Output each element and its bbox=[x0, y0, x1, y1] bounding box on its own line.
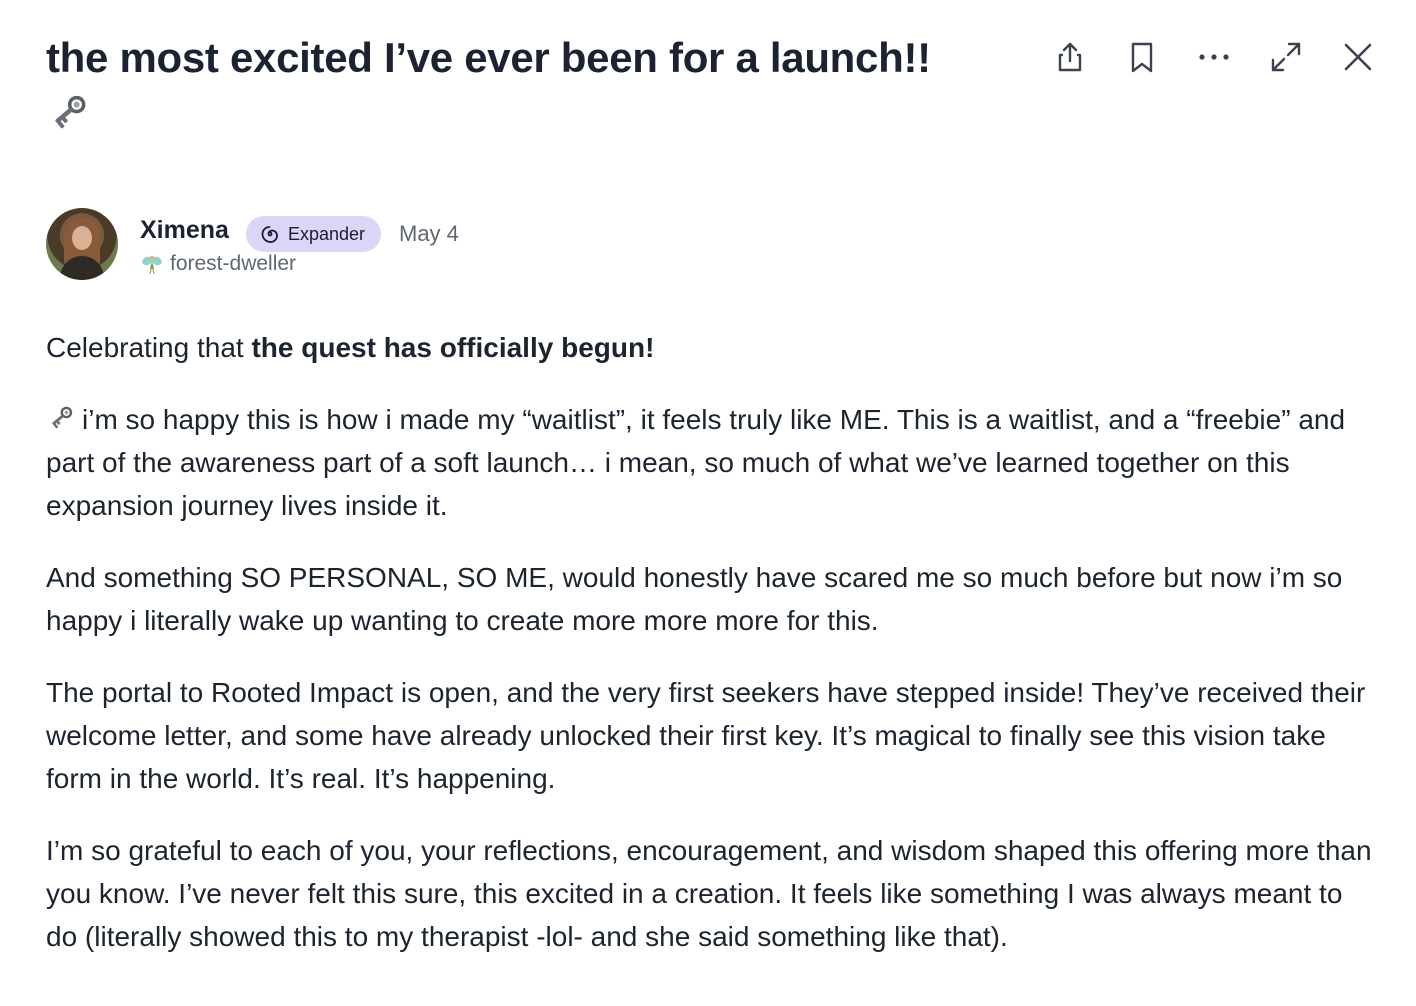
avatar[interactable] bbox=[46, 208, 118, 280]
more-icon bbox=[1199, 54, 1229, 60]
author-name[interactable]: Ximena bbox=[140, 216, 229, 245]
post-paragraph: Celebrating that the quest has officiall… bbox=[46, 326, 1376, 369]
author-tagline: forest-dweller bbox=[140, 252, 296, 276]
close-button[interactable] bbox=[1322, 36, 1394, 78]
expand-button[interactable] bbox=[1250, 36, 1322, 78]
post-paragraph: I’m so grateful to each of you, your ref… bbox=[46, 835, 1372, 952]
share-icon bbox=[1058, 42, 1082, 72]
fairy-icon bbox=[142, 255, 162, 275]
post-paragraph: The portal to Rooted Impact is open, and… bbox=[46, 677, 1366, 794]
post-body: Celebrating that the quest has officiall… bbox=[46, 326, 1376, 958]
share-button[interactable] bbox=[1034, 36, 1106, 78]
post-date: May 4 bbox=[399, 221, 459, 246]
post-header: the most excited I’ve ever been for a la… bbox=[46, 0, 1376, 150]
old-key-icon bbox=[55, 95, 86, 129]
level-badge-label: Expander bbox=[288, 223, 366, 244]
post-paragraph-bold: the quest has officially begun! bbox=[251, 332, 655, 363]
post-paragraph-text: Celebrating that bbox=[46, 332, 252, 363]
bookmark-icon bbox=[1131, 42, 1153, 73]
close-icon bbox=[1344, 43, 1372, 71]
more-options-button[interactable] bbox=[1178, 36, 1250, 78]
post-detail: the most excited I’ve ever been for a la… bbox=[46, 0, 1376, 987]
author-info: Ximena Expander May 4 forest-dweller bbox=[46, 208, 1376, 288]
post-title: the most excited I’ve ever been for a la… bbox=[46, 30, 996, 134]
level-badge: Expander bbox=[246, 216, 382, 252]
post-paragraph-text: i’m so happy this is how i made my “wait… bbox=[46, 404, 1346, 521]
old-key-icon bbox=[52, 406, 73, 429]
post-paragraph: And something SO PERSONAL, SO ME, would … bbox=[46, 562, 1343, 636]
author-tagline-text: forest-dweller bbox=[170, 252, 297, 275]
post-actions bbox=[1034, 36, 1394, 78]
post-title-text: the most excited I’ve ever been for a la… bbox=[46, 34, 931, 81]
expand-icon bbox=[1271, 42, 1301, 72]
bookmark-button[interactable] bbox=[1106, 36, 1178, 78]
post-paragraph: i’m so happy this is how i made my “wait… bbox=[46, 398, 1376, 527]
spiral-icon bbox=[261, 226, 278, 243]
